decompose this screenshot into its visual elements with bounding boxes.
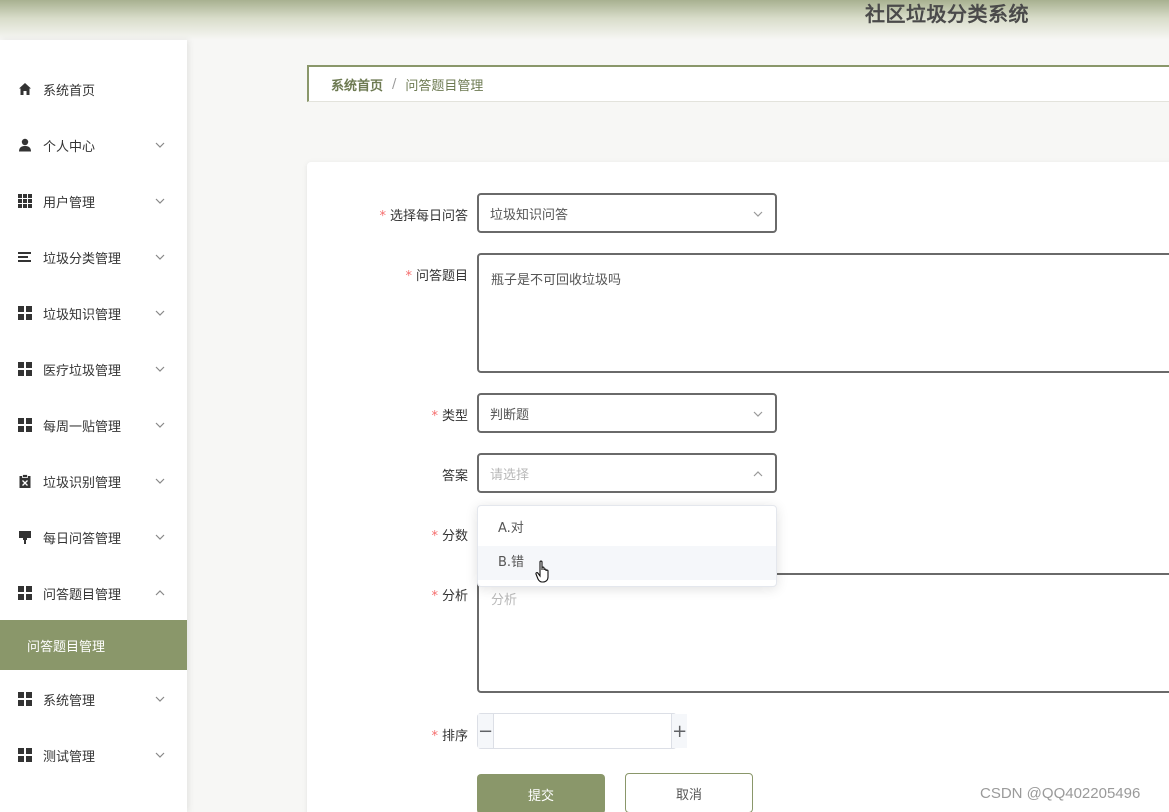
cancel-button[interactable]: 取消 bbox=[625, 773, 753, 812]
sidebar-item-label: 医疗垃圾管理 bbox=[43, 363, 122, 379]
sidebar-item-label: 垃圾分类管理 bbox=[43, 251, 122, 267]
top-header: 社区垃圾分类系统 bbox=[0, 0, 1169, 40]
type-select[interactable]: 判断题 bbox=[477, 393, 777, 433]
analysis-label: * 分析 bbox=[431, 589, 468, 604]
sidebar-item-label: 每周一贴管理 bbox=[43, 419, 122, 435]
sidebar-item-label: 垃圾知识管理 bbox=[43, 307, 122, 323]
sidebar-subitem-label: 问答题目管理 bbox=[27, 639, 106, 655]
chevron-down-icon bbox=[155, 310, 165, 316]
apps-icon bbox=[17, 417, 33, 433]
chevron-down-icon bbox=[155, 198, 165, 204]
chevron-down-icon bbox=[155, 696, 165, 702]
chevron-down-icon bbox=[155, 254, 165, 260]
list-icon bbox=[17, 249, 33, 265]
breadcrumb-home[interactable]: 系统首页 bbox=[331, 75, 383, 94]
watermark: CSDN @QQ402205496 bbox=[980, 785, 1141, 802]
analysis-textarea[interactable]: 分析 bbox=[477, 573, 1169, 693]
sidebar-item-label: 每日问答管理 bbox=[43, 531, 122, 547]
apps-icon bbox=[17, 361, 33, 377]
daily-quiz-label: * 选择每日问答 bbox=[379, 209, 468, 224]
daily-quiz-select[interactable]: 垃圾知识问答 bbox=[477, 193, 777, 233]
chevron-down-icon bbox=[155, 142, 165, 148]
type-label: * 类型 bbox=[431, 409, 468, 424]
sidebar-item-knowledge[interactable]: 垃圾知识管理 bbox=[0, 285, 187, 341]
sidebar-item-home[interactable]: 系统首页 bbox=[0, 61, 187, 117]
hand-cursor-icon bbox=[535, 560, 549, 583]
sidebar-item-label: 系统管理 bbox=[43, 693, 96, 709]
apps-icon bbox=[17, 305, 33, 321]
breadcrumb-separator: / bbox=[392, 76, 397, 92]
breadcrumb-current: 问答题目管理 bbox=[405, 78, 484, 94]
brush-icon bbox=[17, 529, 33, 545]
sidebar-item-daily-quiz[interactable]: 每日问答管理 bbox=[0, 509, 187, 565]
grid-icon bbox=[17, 193, 33, 209]
sidebar-item-weekly[interactable]: 每周一贴管理 bbox=[0, 397, 187, 453]
decrement-button[interactable]: − bbox=[478, 714, 495, 748]
home-icon bbox=[17, 81, 33, 97]
chevron-down-icon bbox=[753, 411, 763, 417]
apps-icon bbox=[17, 747, 33, 763]
sidebar-item-label: 垃圾识别管理 bbox=[43, 475, 122, 491]
sidebar-item-label: 问答题目管理 bbox=[43, 587, 122, 603]
chevron-up-icon bbox=[155, 590, 165, 596]
chevron-down-icon bbox=[155, 752, 165, 758]
question-label: * 问答题目 bbox=[405, 269, 468, 284]
answer-select[interactable]: 请选择 bbox=[477, 453, 777, 493]
sidebar-item-profile[interactable]: 个人中心 bbox=[0, 117, 187, 173]
apps-icon bbox=[17, 585, 33, 601]
score-label: * 分数 bbox=[431, 529, 468, 544]
chevron-down-icon bbox=[753, 211, 763, 217]
sidebar-item-recognition[interactable]: 垃圾识别管理 bbox=[0, 453, 187, 509]
sidebar-item-system[interactable]: 系统管理 bbox=[0, 671, 187, 727]
sidebar-item-users[interactable]: 用户管理 bbox=[0, 173, 187, 229]
answer-option-a[interactable]: A.对 bbox=[478, 512, 776, 546]
type-value: 判断题 bbox=[490, 407, 530, 423]
order-label: * 排序 bbox=[431, 729, 468, 744]
submit-button[interactable]: 提交 bbox=[477, 774, 605, 812]
breadcrumb: 系统首页 / 问答题目管理 bbox=[307, 65, 1169, 102]
order-input[interactable] bbox=[494, 714, 672, 748]
answer-dropdown: A.对 B.错 bbox=[477, 505, 777, 587]
sidebar-item-medical[interactable]: 医疗垃圾管理 bbox=[0, 341, 187, 397]
order-stepper[interactable]: − + bbox=[477, 713, 688, 749]
app-title: 社区垃圾分类系统 bbox=[865, 2, 1029, 26]
chevron-down-icon bbox=[155, 478, 165, 484]
question-textarea[interactable]: 瓶子是不可回收垃圾吗 bbox=[477, 253, 1169, 373]
sidebar-item-label: 个人中心 bbox=[43, 139, 96, 155]
increment-button[interactable]: + bbox=[671, 714, 688, 748]
sidebar-item-label: 测试管理 bbox=[43, 749, 96, 765]
chevron-down-icon bbox=[155, 422, 165, 428]
clipboard-icon bbox=[17, 473, 33, 489]
chevron-down-icon bbox=[155, 534, 165, 540]
sidebar-item-test[interactable]: 测试管理 bbox=[0, 727, 187, 783]
sidebar-item-questions[interactable]: 问答题目管理 bbox=[0, 565, 187, 621]
sidebar-item-label: 用户管理 bbox=[43, 195, 96, 211]
user-icon bbox=[17, 137, 33, 153]
daily-quiz-value: 垃圾知识问答 bbox=[490, 207, 569, 223]
sidebar-item-sorting[interactable]: 垃圾分类管理 bbox=[0, 229, 187, 285]
answer-option-b[interactable]: B.错 bbox=[478, 546, 776, 580]
chevron-down-icon bbox=[155, 366, 165, 372]
analysis-placeholder: 分析 bbox=[491, 593, 518, 608]
sidebar-subitem-questions[interactable]: 问答题目管理 bbox=[0, 620, 187, 670]
answer-placeholder: 请选择 bbox=[490, 467, 530, 483]
apps-icon bbox=[17, 691, 33, 707]
chevron-up-icon bbox=[753, 471, 763, 477]
sidebar-item-label: 系统首页 bbox=[43, 83, 96, 99]
sidebar: 系统首页 个人中心 用户管理 垃圾分类管理 垃圾知识管理 医疗垃圾管理 每周一贴… bbox=[0, 40, 187, 812]
answer-label: 答案 bbox=[441, 469, 468, 484]
